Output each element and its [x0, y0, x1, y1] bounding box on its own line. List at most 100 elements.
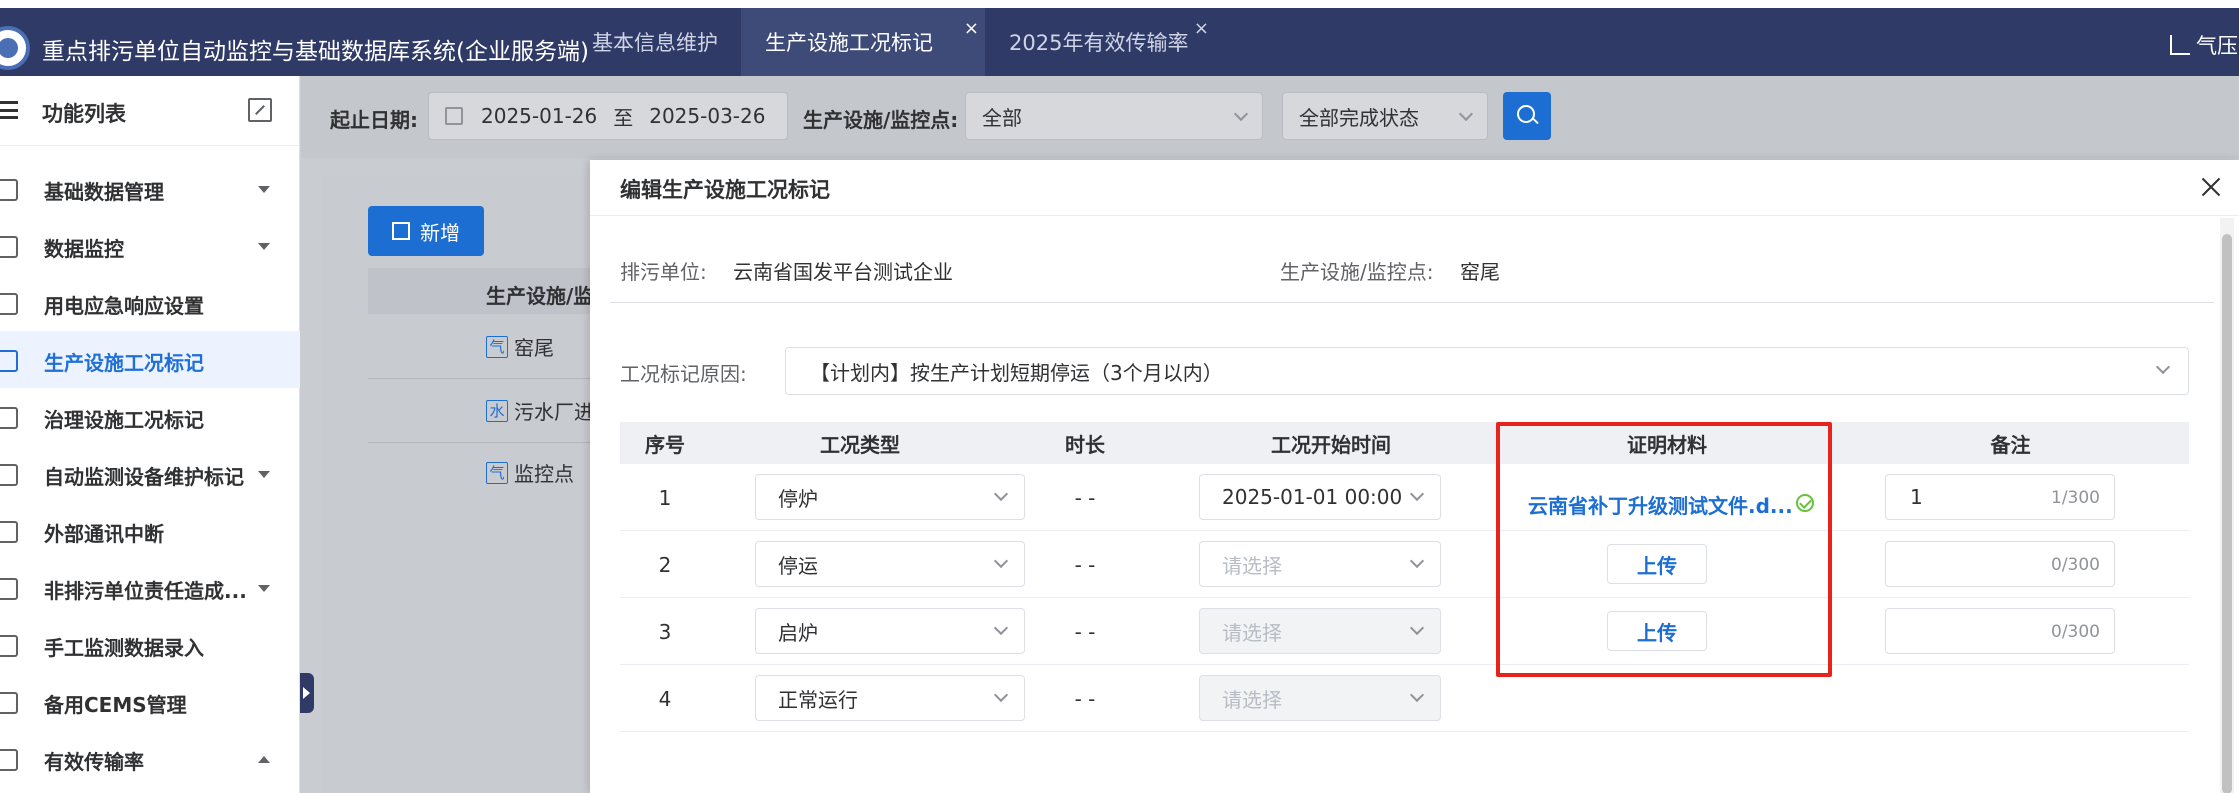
close-icon[interactable]: ×: [964, 18, 979, 39]
tab-transmission-rate[interactable]: 2025年有效传输率 ×: [985, 8, 1215, 76]
wrench-icon: [0, 464, 18, 486]
sidebar-toggle-handle[interactable]: [300, 673, 314, 713]
add-button[interactable]: 新增: [368, 206, 484, 256]
date-separator: 至: [613, 105, 634, 130]
sidebar-item-label: 有效传输率: [44, 750, 144, 774]
list-icon: [0, 407, 18, 429]
condition-type-select[interactable]: 启炉: [755, 608, 1025, 654]
list-item[interactable]: 水 污水厂进: [486, 396, 594, 425]
power-icon: [0, 293, 18, 315]
divider: [610, 302, 2214, 303]
type-tag: 水: [486, 399, 508, 422]
unit-label: 排污单位:: [620, 260, 707, 284]
row-divider: [620, 731, 2189, 732]
remark-input[interactable]: 1 1/300: [1885, 474, 2115, 520]
row-number: 2: [658, 552, 672, 577]
close-icon[interactable]: [2200, 176, 2222, 198]
start-time-picker: 请选择: [1199, 608, 1441, 654]
sidebar-item[interactable]: 非排污单位责任造成...: [0, 559, 300, 616]
sidebar-item[interactable]: 备用CEMS管理: [0, 673, 300, 730]
search-button[interactable]: [1503, 92, 1551, 140]
remark-char-count: 1/300: [2051, 488, 2100, 508]
app-logo: [0, 26, 30, 70]
condition-type-select[interactable]: 停运: [755, 541, 1025, 587]
column-header-duration: 时长: [1010, 422, 1160, 464]
start-time-value: 请选择: [1222, 687, 1282, 712]
list-item[interactable]: 气 监控点: [486, 458, 574, 487]
chevron-down-icon: [1458, 106, 1474, 122]
remark-input[interactable]: 0/300: [1885, 608, 2115, 654]
sidebar-item-label: 备用CEMS管理: [44, 693, 187, 717]
edit-dialog: 编辑生产设施工况标记 排污单位: 云南省国发平台测试企业 生产设施/监控点: 窑…: [590, 160, 2239, 793]
column-header-no: 序号: [620, 422, 710, 464]
tab-production-marking[interactable]: 生产设施工况标记 ×: [741, 8, 985, 76]
duration-value: - -: [1074, 619, 1096, 644]
start-time-value: 请选择: [1222, 620, 1282, 645]
chevron-down-icon: [993, 620, 1009, 636]
sidebar-item-label: 治理设施工况标记: [44, 408, 204, 432]
sidebar-item[interactable]: 有效传输率: [0, 730, 300, 787]
station-icon: [2170, 35, 2190, 55]
tab-basic-info[interactable]: 基本信息维护: [568, 8, 742, 76]
chevron-down-icon: [1409, 687, 1425, 703]
condition-type-value: 正常运行: [778, 687, 858, 712]
sidebar-header: 功能列表: [0, 76, 299, 146]
row-divider: [620, 597, 2189, 598]
caret-up-icon: [258, 756, 270, 763]
column-header-start-time: 工况开始时间: [1160, 422, 1502, 464]
status-filter-select[interactable]: 全部完成状态: [1282, 92, 1488, 140]
sidebar-item[interactable]: 数据监控: [0, 217, 300, 274]
start-time-value: 请选择: [1222, 553, 1282, 578]
collapse-icon[interactable]: [248, 98, 272, 122]
sidebar-item[interactable]: 基础数据管理: [0, 160, 300, 217]
chevron-down-icon: [1409, 620, 1425, 636]
flag-icon: [0, 578, 18, 600]
date-range-picker[interactable]: 2025-01-26 至 2025-03-26: [428, 92, 788, 140]
sidebar-item[interactable]: 治理设施工况标记: [0, 388, 300, 445]
sidebar-item-label: 手工监测数据录入: [44, 636, 204, 660]
start-time-picker[interactable]: 2025-01-01 00:00: [1199, 474, 1441, 520]
sidebar-item-label: 非排污单位责任造成...: [44, 579, 247, 603]
close-icon[interactable]: ×: [1194, 18, 1209, 39]
list-item[interactable]: 气 窑尾: [486, 332, 554, 361]
list-column-header: 生产设施/监控点: [368, 268, 608, 314]
sidebar-item-label: 数据监控: [44, 237, 124, 261]
condition-type-select[interactable]: 停炉: [755, 474, 1025, 520]
remark-char-count: 0/300: [2051, 555, 2100, 575]
row-divider: [368, 442, 598, 443]
point-filter-select[interactable]: 全部: [965, 92, 1263, 140]
user-menu[interactable]: 气压: [2170, 30, 2238, 60]
column-header-type: 工况类型: [710, 422, 1010, 464]
monitor-icon: [0, 236, 18, 258]
date-range-label: 起止日期:: [330, 108, 418, 132]
date-end: 2025-03-26: [649, 104, 766, 128]
sidebar-item[interactable]: 自动监测设备维护标记: [0, 445, 300, 502]
calendar-icon: [445, 107, 463, 125]
caret-down-icon: [258, 243, 270, 250]
dialog-scrollbar[interactable]: [2220, 218, 2234, 793]
sidebar-item[interactable]: 生产设施工况标记: [0, 331, 300, 388]
sidebar-item[interactable]: 外部通讯中断: [0, 502, 300, 559]
chevron-down-icon: [1233, 106, 1249, 122]
condition-type-value: 停炉: [778, 486, 818, 511]
start-time-picker: 请选择: [1199, 675, 1441, 721]
row-divider: [620, 664, 2189, 665]
row-number: 4: [658, 686, 672, 711]
device-icon: [0, 692, 18, 714]
sidebar-item-label: 用电应急响应设置: [44, 294, 204, 318]
plus-icon: [392, 222, 410, 240]
sidebar-item[interactable]: 用电应急响应设置: [0, 274, 300, 331]
sidebar-title: 功能列表: [42, 102, 126, 126]
remark-input[interactable]: 0/300: [1885, 541, 2115, 587]
reason-select[interactable]: 【计划内】按生产计划短期停运（3个月以内）: [785, 347, 2189, 395]
sidebar-item[interactable]: 手工监测数据录入: [0, 616, 300, 673]
sidebar-item-label: 外部通讯中断: [44, 522, 164, 546]
row-number: 1: [658, 485, 672, 510]
sidebar-item-label: 自动监测设备维护标记: [44, 465, 244, 489]
app-title: 重点排污单位自动监控与基础数据库系统(企业服务端): [42, 39, 589, 65]
condition-type-select[interactable]: 正常运行: [755, 675, 1025, 721]
start-time-picker[interactable]: 请选择: [1199, 541, 1441, 587]
user-label: 气压: [2196, 34, 2238, 58]
chevron-down-icon: [993, 687, 1009, 703]
scrollbar-thumb[interactable]: [2222, 234, 2232, 793]
